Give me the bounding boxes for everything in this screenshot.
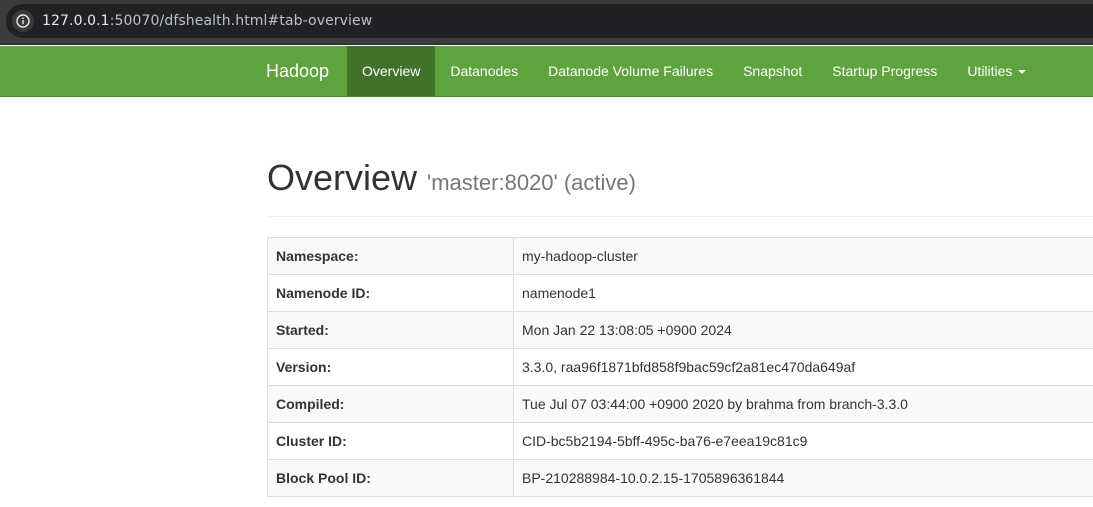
row-value: CID-bc5b2194-5bff-495c-ba76-e7eea19c81c9 (513, 422, 1093, 460)
row-value: Mon Jan 22 13:08:05 +0900 2024 (513, 311, 1093, 349)
tab-datanodes[interactable]: Datanodes (435, 46, 533, 96)
page-header: Overview 'master:8020' (active) (267, 150, 1093, 217)
table-row: Started: Mon Jan 22 13:08:05 +0900 2024 (267, 311, 1093, 349)
row-value: namenode1 (513, 274, 1093, 312)
utilities-dropdown[interactable]: Utilities (952, 46, 1041, 96)
caret-down-icon (1018, 70, 1027, 75)
table-row: Namenode ID: namenode1 (267, 274, 1093, 312)
tab-overview[interactable]: Overview (347, 46, 436, 96)
top-navbar: Hadoop Overview Datanodes Datanode Volum… (0, 46, 1093, 97)
address-bar[interactable]: 127.0.0.1:50070/dfshealth.html#tab-overv… (6, 4, 1093, 38)
row-key: Cluster ID: (267, 422, 514, 460)
row-value: my-hadoop-cluster (513, 237, 1093, 275)
row-value: Tue Jul 07 03:44:00 +0900 2020 by brahma… (513, 385, 1093, 423)
row-value: 3.3.0, raa96f1871bfd858f9bac59cf2a81ec47… (513, 348, 1093, 386)
url-text[interactable]: 127.0.0.1:50070/dfshealth.html#tab-overv… (42, 13, 372, 29)
info-icon[interactable] (12, 10, 34, 32)
row-value: BP-210288984-10.0.2.15-1705896361844 (513, 459, 1093, 497)
page-title: Overview 'master:8020' (active) (267, 157, 636, 199)
table-row: Block Pool ID: BP-210288984-10.0.2.15-17… (267, 459, 1093, 497)
url-host: 127.0.0.1 (42, 13, 110, 29)
row-key: Namespace: (267, 237, 514, 275)
table-row: Version: 3.3.0, raa96f1871bfd858f9bac59c… (267, 348, 1093, 386)
utilities-label: Utilities (967, 63, 1013, 79)
table-row: Compiled: Tue Jul 07 03:44:00 +0900 2020… (267, 385, 1093, 423)
row-key: Version: (267, 348, 514, 386)
overview-table: Namespace: my-hadoop-cluster Namenode ID… (267, 237, 1093, 497)
page-title-text: Overview (267, 157, 418, 198)
row-key: Namenode ID: (267, 274, 514, 312)
tab-datanode-volume-failures[interactable]: Datanode Volume Failures (533, 46, 728, 96)
brand-link[interactable]: Hadoop (266, 46, 329, 96)
browser-toolbar: 127.0.0.1:50070/dfshealth.html#tab-overv… (0, 0, 1093, 45)
tab-startup-progress[interactable]: Startup Progress (817, 46, 952, 96)
table-row: Cluster ID: CID-bc5b2194-5bff-495c-ba76-… (267, 422, 1093, 460)
nav-tabs: Overview Datanodes Datanode Volume Failu… (347, 46, 1041, 96)
row-key: Block Pool ID: (267, 459, 514, 497)
page-subtitle: 'master:8020' (active) (427, 170, 636, 195)
url-path: :50070/dfshealth.html#tab-overview (109, 13, 373, 29)
row-key: Started: (267, 311, 514, 349)
table-row: Namespace: my-hadoop-cluster (267, 237, 1093, 275)
row-key: Compiled: (267, 385, 514, 423)
tab-snapshot[interactable]: Snapshot (728, 46, 817, 96)
